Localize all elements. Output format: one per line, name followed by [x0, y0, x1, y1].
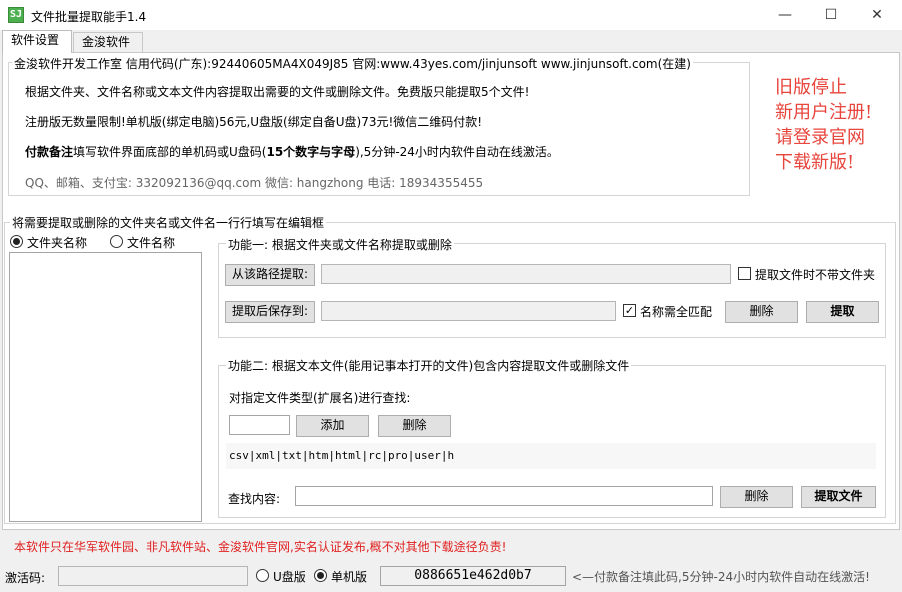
extension-list-text: csv|xml|txt|htm|html|rc|pro|user|h	[229, 449, 455, 462]
folder-name-label: 文件夹名称	[27, 236, 88, 250]
notice-line: 新用户注册!	[775, 102, 873, 123]
function-two-title: 功能二: 根据文本文件(能用记事本打开的文件)包含内容提取文件或删除文件	[226, 357, 632, 374]
activation-code-input[interactable]	[58, 566, 248, 586]
no-folder-label: 提取文件时不带文件夹	[755, 268, 876, 282]
extract-by-name-button[interactable]: 提取	[806, 301, 879, 323]
notice-line: 请登录官网	[775, 127, 865, 148]
pc-version-radio[interactable]	[314, 569, 327, 582]
info-group-title: 金浚软件开发工作室 信用代码(广东):92440605MA4X049J85 官网…	[12, 55, 693, 72]
names-editor[interactable]	[9, 252, 202, 522]
file-type-label: 对指定文件类型(扩展名)进行查找:	[229, 391, 411, 405]
pc-version-label: 单机版	[331, 570, 368, 584]
function-one-group	[218, 243, 886, 338]
delete-type-button[interactable]: 删除	[378, 415, 451, 437]
usb-version-label: U盘版	[273, 570, 306, 584]
from-path-button[interactable]: 从该路径提取:	[225, 264, 315, 286]
tab-settings[interactable]: 软件设置	[2, 30, 72, 53]
save-to-button[interactable]: 提取后保存到:	[225, 301, 315, 323]
info-line-contact: QQ、邮箱、支付宝: 332092136@qq.com 微信: hangzhon…	[25, 176, 484, 190]
function-one-title: 功能一: 根据文件夹或文件名称提取或删除	[226, 236, 454, 253]
minimize-icon[interactable]: —	[762, 0, 808, 30]
file-type-input[interactable]	[229, 415, 290, 435]
exact-match-checkbox[interactable]: ✓	[623, 304, 636, 317]
tab-jinjun-software[interactable]: 金浚软件	[73, 32, 143, 52]
delete-by-name-button[interactable]: 删除	[725, 301, 798, 323]
search-content-label: 查找内容:	[228, 492, 281, 506]
info-line-features: 根据文件夹、文件名称或文本文件内容提取出需要的文件或删除文件。免费版只能提取5个…	[25, 85, 530, 99]
exact-match-label: 名称需全匹配	[640, 305, 713, 319]
machine-code-hint: <—付款备注填此码,5分钟-24小时内软件自动在线激活!	[572, 570, 870, 584]
search-content-input[interactable]	[295, 486, 713, 506]
extract-by-content-button[interactable]: 提取文件	[801, 486, 876, 508]
machine-code-field[interactable]: 0886651e462d0b7	[380, 566, 566, 586]
folder-name-radio[interactable]	[10, 235, 23, 248]
main-group-title: 将需要提取或删除的文件夹名或文件名一行行填写在编辑框	[10, 214, 327, 231]
notice-line: 下载新版!	[775, 152, 855, 173]
window-title: 文件批量提取能手1.4	[31, 10, 147, 24]
info-line-payment: 付款备注填写软件界面底部的单机码或U盘码(15个数字与字母),5分钟-24小时内…	[25, 145, 559, 159]
source-path-field[interactable]	[321, 264, 731, 284]
app-icon: SJ	[8, 7, 24, 23]
add-type-button[interactable]: 添加	[296, 415, 369, 437]
activation-label: 激活码:	[5, 571, 46, 585]
disclaimer-text: 本软件只在华军软件园、非凡软件站、金浚软件官网,实名认证发布,概不对其他下载途径…	[14, 540, 507, 554]
file-name-radio[interactable]	[110, 235, 123, 248]
notice-line: 旧版停止	[775, 77, 847, 98]
delete-by-content-button[interactable]: 删除	[720, 486, 793, 508]
close-icon[interactable]: ✕	[854, 0, 900, 30]
info-line-pricing: 注册版无数量限制!单机版(绑定电脑)56元,U盘版(绑定自备U盘)73元!微信二…	[25, 115, 483, 129]
deprecation-notice: 旧版停止 新用户注册! 请登录官网 下载新版!	[775, 75, 872, 175]
target-path-field[interactable]	[321, 301, 616, 321]
no-folder-checkbox[interactable]	[738, 267, 751, 280]
usb-version-radio[interactable]	[256, 569, 269, 582]
file-name-label: 文件名称	[127, 236, 176, 250]
maximize-icon[interactable]: ☐	[808, 0, 854, 30]
